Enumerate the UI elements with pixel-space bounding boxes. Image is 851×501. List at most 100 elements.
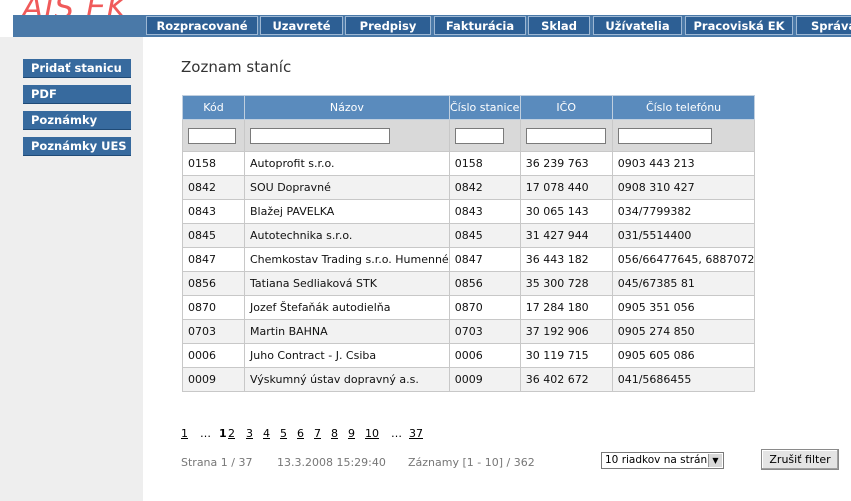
- cell-kod: 0006: [182, 343, 245, 368]
- page-link[interactable]: 3: [246, 427, 253, 440]
- rows-per-page-value: 10 riadkov na stránke: [605, 454, 720, 466]
- filter-ico-input[interactable]: [525, 127, 606, 144]
- cell-ico: 30 119 715: [519, 343, 613, 368]
- nav-pracoviska-ek[interactable]: Pracoviská EK: [685, 16, 793, 35]
- cell-nazov: Autoprofit s.r.o.: [244, 151, 450, 176]
- cell-telefon: 0905 351 056: [611, 295, 756, 320]
- cell-kod: 0870: [182, 295, 245, 320]
- column-header-cislo-telefonu[interactable]: Číslo telefónu: [611, 95, 756, 120]
- page-link[interactable]: 5: [280, 427, 287, 440]
- nav-predpisy[interactable]: Predpisy: [345, 16, 431, 35]
- timestamp: 13.3.2008 15:29:40: [277, 456, 386, 469]
- cell-kod: 0856: [182, 271, 245, 296]
- records-info: Záznamy [1 - 10] / 362: [408, 456, 535, 469]
- table-row[interactable]: 0843 Blažej PAVELKA 0843 30 065 143 034/7799…: [182, 199, 756, 224]
- cell-telefon: 034/7799382: [611, 199, 756, 224]
- page-link[interactable]: 2: [228, 427, 235, 440]
- nav-rozpracovane[interactable]: Rozpracované: [146, 16, 258, 35]
- cell-telefon: 0905 605 086: [611, 343, 756, 368]
- page-link[interactable]: 7: [314, 427, 321, 440]
- cell-nazov: Martin BAHNA: [244, 319, 450, 344]
- cell-telefon: 041/5686455: [611, 367, 756, 392]
- page-link[interactable]: 1: [181, 427, 188, 440]
- rows-per-page-select[interactable]: 10 riadkov na stránke ▼: [601, 452, 724, 469]
- cell-ico: 37 192 906: [519, 319, 613, 344]
- column-header-ico[interactable]: IČO: [519, 95, 613, 120]
- filter-nazov-input[interactable]: [250, 127, 390, 144]
- column-header-cislo-stanice[interactable]: Číslo stanice: [448, 95, 521, 120]
- cell-nazov: Autotechnika s.r.o.: [244, 223, 450, 248]
- stations-table: Kód Názov Číslo stanice IČO Číslo telefó…: [182, 95, 756, 392]
- cell-nazov: Juho Contract - J. Csiba: [244, 343, 450, 368]
- cell-cislo-stanice: 0870: [448, 295, 521, 320]
- cell-cislo-stanice: 0847: [448, 247, 521, 272]
- nav-uzivatelia[interactable]: Užívatelia: [593, 16, 682, 35]
- cell-kod: 0703: [182, 319, 245, 344]
- filter-cislo-stanice-input[interactable]: [454, 127, 504, 144]
- page-link-last[interactable]: 37: [409, 427, 423, 440]
- nav-sprava[interactable]: Správa: [796, 16, 851, 35]
- cell-ico: 31 427 944: [519, 223, 613, 248]
- table-row[interactable]: 0870 Jozef Štefaňák autodielňa 0870 17 284 …: [182, 295, 756, 320]
- cell-kod: 0847: [182, 247, 245, 272]
- nav-sklad[interactable]: Sklad: [528, 16, 590, 35]
- add-station-button[interactable]: Pridať stanicu: [23, 59, 131, 78]
- table-row[interactable]: 0847 Chemkostav Trading s.r.o. Humenné 084…: [182, 247, 756, 272]
- table-row[interactable]: 0006 Juho Contract - J. Csiba 0006 30 119 7…: [182, 343, 756, 368]
- pdf-button[interactable]: PDF: [23, 85, 131, 104]
- cell-ico: 35 300 728: [519, 271, 613, 296]
- page-link[interactable]: 4: [263, 427, 270, 440]
- cell-kod: 0009: [182, 367, 245, 392]
- cell-telefon: 031/5514400: [611, 223, 756, 248]
- cell-nazov: SOU Dopravné: [244, 175, 450, 200]
- cell-nazov: Blažej PAVELKA: [244, 199, 450, 224]
- column-header-nazov[interactable]: Názov: [244, 95, 450, 120]
- cell-kod: 0845: [182, 223, 245, 248]
- page-title: Zoznam staníc: [181, 58, 292, 76]
- cell-telefon: 0903 443 213: [611, 151, 756, 176]
- sidebar: Pridať stanicu PDF Poznámky Poznámky UES: [0, 37, 143, 501]
- page-link[interactable]: 8: [331, 427, 338, 440]
- table-row[interactable]: 0158 Autoprofit s.r.o. 0158 36 239 763 0903 …: [182, 151, 756, 176]
- cell-ico: 30 065 143: [519, 199, 613, 224]
- cell-cislo-stanice: 0843: [448, 199, 521, 224]
- cell-telefon: 0908 310 427: [611, 175, 756, 200]
- page-link[interactable]: 6: [297, 427, 304, 440]
- cell-cislo-stanice: 0703: [448, 319, 521, 344]
- clear-filter-button[interactable]: Zrušiť filter: [761, 449, 839, 470]
- cell-telefon: 045/67385 81: [611, 271, 756, 296]
- table-row[interactable]: 0842 SOU Dopravné 0842 17 078 440 0908 310 4…: [182, 175, 756, 200]
- notes-button[interactable]: Poznámky: [23, 111, 131, 130]
- nav-fakturacia[interactable]: Fakturácia: [434, 16, 526, 35]
- cell-cislo-stanice: 0842: [448, 175, 521, 200]
- filter-kod-input[interactable]: [188, 127, 236, 144]
- cell-cislo-stanice: 0009: [448, 367, 521, 392]
- dropdown-arrow-icon[interactable]: ▼: [708, 454, 722, 467]
- cell-kod: 0842: [182, 175, 245, 200]
- pagination-ellipsis: …: [391, 427, 402, 440]
- cell-telefon: 056/66477645, 6887072: [611, 247, 756, 272]
- cell-telefon: 0905 274 850: [611, 319, 756, 344]
- cell-nazov: Výskumný ústav dopravný a.s.: [244, 367, 450, 392]
- filter-row: [182, 119, 756, 152]
- cell-ico: 36 239 763: [519, 151, 613, 176]
- column-header-kod[interactable]: Kód: [182, 95, 245, 120]
- notes-ues-button[interactable]: Poznámky UES: [23, 137, 131, 156]
- cell-nazov: Chemkostav Trading s.r.o. Humenné: [244, 247, 450, 272]
- cell-cislo-stanice: 0845: [448, 223, 521, 248]
- nav-uzavrete[interactable]: Uzavreté: [260, 16, 343, 35]
- cell-cislo-stanice: 0006: [448, 343, 521, 368]
- filter-telefon-input[interactable]: [617, 127, 712, 144]
- page-link[interactable]: 10: [365, 427, 379, 440]
- cell-ico: 36 443 182: [519, 247, 613, 272]
- current-page: 1: [219, 427, 227, 440]
- cell-ico: 17 284 180: [519, 295, 613, 320]
- table-row[interactable]: 0845 Autotechnika s.r.o. 0845 31 427 944 031…: [182, 223, 756, 248]
- cell-kod: 0158: [182, 151, 245, 176]
- table-row[interactable]: 0009 Výskumný ústav dopravný a.s. 0009 36 4…: [182, 367, 756, 392]
- cell-cislo-stanice: 0158: [448, 151, 521, 176]
- table-row[interactable]: 0703 Martin BAHNA 0703 37 192 906 0905 274 8…: [182, 319, 756, 344]
- page-link[interactable]: 9: [348, 427, 355, 440]
- cell-kod: 0843: [182, 199, 245, 224]
- table-row[interactable]: 0856 Tatiana Sedliaková STK 0856 35 300 728…: [182, 271, 756, 296]
